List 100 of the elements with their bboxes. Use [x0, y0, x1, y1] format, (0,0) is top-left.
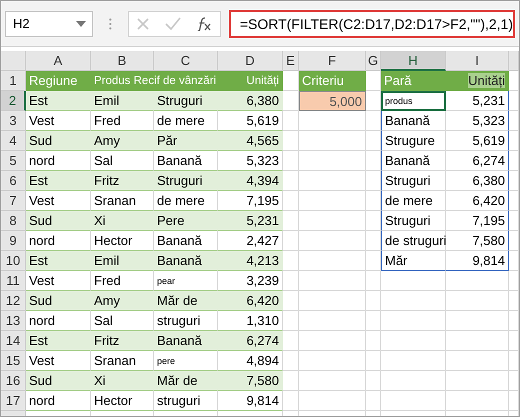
- empty-cell[interactable]: [283, 331, 299, 351]
- empty-cell[interactable]: [366, 291, 381, 311]
- empty-cell[interactable]: [283, 271, 299, 291]
- empty-cell[interactable]: [366, 351, 381, 371]
- row-header[interactable]: 12: [1, 291, 26, 311]
- empty-cell[interactable]: [299, 331, 366, 351]
- empty-cell[interactable]: [299, 371, 366, 391]
- row-header[interactable]: 6: [1, 171, 26, 191]
- empty-cell[interactable]: [509, 151, 519, 171]
- empty-cell[interactable]: [381, 291, 446, 311]
- empty-cell[interactable]: [299, 111, 366, 131]
- empty-cell[interactable]: [509, 171, 519, 191]
- row-header[interactable]: 7: [1, 191, 26, 211]
- empty-cell[interactable]: [366, 371, 381, 391]
- empty-cell[interactable]: [509, 311, 519, 331]
- column-header[interactable]: F: [299, 51, 366, 71]
- checkmark-icon[interactable]: [165, 16, 182, 30]
- empty-cell[interactable]: [509, 251, 519, 271]
- empty-cell[interactable]: [509, 191, 519, 211]
- row-header[interactable]: 17: [1, 391, 26, 411]
- empty-cell[interactable]: [446, 311, 509, 331]
- empty-cell[interactable]: [299, 351, 366, 371]
- empty-cell[interactable]: [283, 391, 299, 411]
- empty-cell[interactable]: [509, 131, 519, 151]
- column-header[interactable]: G: [366, 51, 381, 71]
- empty-cell[interactable]: [381, 331, 446, 351]
- empty-cell[interactable]: [446, 331, 509, 351]
- empty-cell[interactable]: [509, 231, 519, 251]
- function-icon[interactable]: [196, 16, 212, 30]
- empty-cell[interactable]: [446, 291, 509, 311]
- column-header[interactable]: H: [381, 51, 446, 71]
- empty-cell[interactable]: [446, 391, 509, 411]
- empty-cell[interactable]: [283, 111, 299, 131]
- row-header[interactable]: 1: [1, 71, 26, 91]
- empty-cell[interactable]: [446, 271, 509, 291]
- formula-field[interactable]: =SORT(FILTER(C2:D17,D2:D17>F2,""),2,1): [228, 10, 515, 38]
- row-header[interactable]: 16: [1, 371, 26, 391]
- row-header[interactable]: 11: [1, 271, 26, 291]
- empty-cell[interactable]: [283, 131, 299, 151]
- empty-cell[interactable]: [283, 311, 299, 331]
- empty-cell[interactable]: [283, 251, 299, 271]
- empty-cell[interactable]: [283, 191, 299, 211]
- empty-cell[interactable]: [366, 331, 381, 351]
- empty-cell[interactable]: [381, 371, 446, 391]
- empty-cell[interactable]: [299, 391, 366, 411]
- empty-cell[interactable]: [509, 371, 519, 391]
- cancel-icon[interactable]: [136, 16, 150, 30]
- row-header[interactable]: 3: [1, 111, 26, 131]
- empty-cell[interactable]: [299, 171, 366, 191]
- empty-cell[interactable]: [299, 231, 366, 251]
- empty-cell[interactable]: [509, 291, 519, 311]
- empty-cell[interactable]: [446, 351, 509, 371]
- column-header[interactable]: D: [218, 51, 283, 71]
- column-header[interactable]: I: [446, 51, 509, 71]
- empty-cell[interactable]: [381, 311, 446, 331]
- empty-cell[interactable]: [381, 351, 446, 371]
- empty-cell[interactable]: [299, 271, 366, 291]
- empty-cell[interactable]: [283, 171, 299, 191]
- row-header[interactable]: 8: [1, 211, 26, 231]
- row-header[interactable]: 13: [1, 311, 26, 331]
- name-box[interactable]: H2: [5, 10, 94, 36]
- empty-cell[interactable]: [283, 151, 299, 171]
- row-header[interactable]: 14: [1, 331, 26, 351]
- column-header[interactable]: [509, 51, 519, 71]
- empty-cell[interactable]: [509, 331, 519, 351]
- drag-handle-icon[interactable]: [109, 16, 112, 30]
- empty-cell[interactable]: [283, 351, 299, 371]
- row-header[interactable]: 5: [1, 151, 26, 171]
- empty-cell[interactable]: [446, 371, 509, 391]
- row-header[interactable]: 2: [1, 91, 26, 111]
- empty-cell[interactable]: [366, 271, 381, 291]
- empty-cell[interactable]: [283, 211, 299, 231]
- select-all-button[interactable]: [1, 51, 26, 71]
- empty-cell[interactable]: [366, 391, 381, 411]
- dropdown-icon[interactable]: [76, 20, 86, 26]
- empty-cell[interactable]: [509, 351, 519, 371]
- empty-cell[interactable]: [299, 291, 366, 311]
- empty-cell[interactable]: [283, 231, 299, 251]
- empty-cell[interactable]: [509, 91, 519, 111]
- empty-cell[interactable]: [299, 211, 366, 231]
- empty-cell[interactable]: [283, 371, 299, 391]
- empty-cell[interactable]: [299, 191, 366, 211]
- empty-cell[interactable]: [299, 311, 366, 331]
- empty-cell[interactable]: [283, 291, 299, 311]
- empty-cell[interactable]: [299, 131, 366, 151]
- empty-cell[interactable]: [299, 151, 366, 171]
- empty-cell[interactable]: [381, 391, 446, 411]
- empty-cell[interactable]: [509, 271, 519, 291]
- empty-cell[interactable]: [509, 211, 519, 231]
- empty-cell[interactable]: [509, 391, 519, 411]
- row-header[interactable]: 10: [1, 251, 26, 271]
- column-header[interactable]: E: [283, 51, 299, 71]
- column-header[interactable]: B: [91, 51, 154, 71]
- row-header[interactable]: 15: [1, 351, 26, 371]
- row-header[interactable]: 4: [1, 131, 26, 151]
- row-header[interactable]: 9: [1, 231, 26, 251]
- empty-cell[interactable]: [381, 271, 446, 291]
- empty-cell[interactable]: [299, 251, 366, 271]
- empty-cell[interactable]: [366, 311, 381, 331]
- empty-cell[interactable]: [509, 111, 519, 131]
